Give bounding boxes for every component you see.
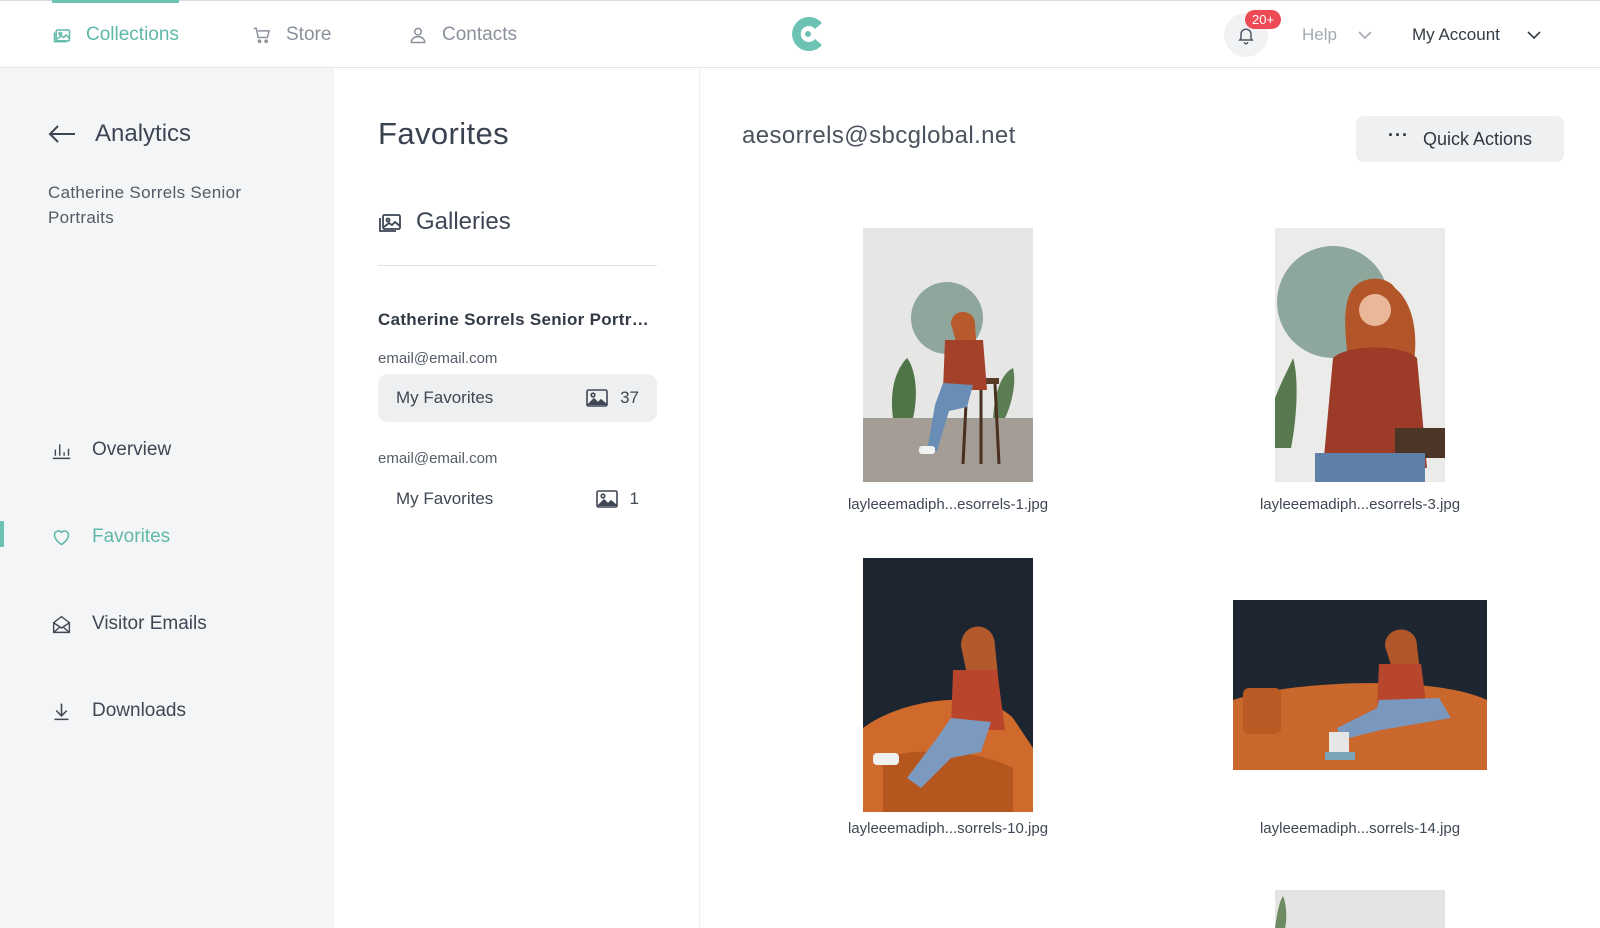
- portrait-photo: [863, 558, 1033, 812]
- galleries-label: Galleries: [416, 208, 511, 235]
- page-title: Favorites: [378, 116, 510, 151]
- notification-badge: 20+: [1245, 10, 1282, 29]
- portrait-photo: [1275, 228, 1445, 482]
- sidebar-item-label: Downloads: [92, 700, 186, 721]
- quick-actions-button[interactable]: ··· Quick Actions: [1356, 116, 1564, 162]
- gallery-icon: [53, 28, 71, 42]
- favorites-list-item[interactable]: My Favorites 1: [378, 475, 657, 523]
- photo-thumbnail[interactable]: [1275, 228, 1445, 482]
- galleries-header: Galleries: [378, 208, 511, 236]
- back-label: Analytics: [95, 120, 192, 147]
- nav-store-label: Store: [286, 23, 332, 45]
- analytics-sidebar: Analytics Catherine Sorrels Senior Portr…: [0, 68, 334, 928]
- image-icon: [595, 490, 618, 508]
- chevron-down-icon: [1527, 30, 1541, 39]
- brand-logo-icon[interactable]: [788, 14, 828, 54]
- favorites-list-label: My Favorites: [396, 489, 494, 508]
- favorites-panel: Favorites Galleries Catherine Sorrels Se…: [334, 68, 700, 928]
- nav-contacts-label: Contacts: [442, 23, 517, 45]
- heart-icon: [53, 529, 70, 545]
- collection-name: Catherine Sorrels Senior Portraits: [48, 183, 242, 227]
- favorites-list-email: email@email.com: [378, 350, 498, 367]
- photo-filename: layleeemadiph...sorrels-14.jpg: [1259, 820, 1461, 837]
- quick-actions-label: Quick Actions: [1422, 128, 1533, 149]
- favorites-count: 1: [629, 489, 639, 508]
- account-label: My Account: [1412, 24, 1500, 44]
- divider: [378, 265, 657, 266]
- photo-filename: layleeemadiph...esorrels-1.jpg: [847, 496, 1049, 513]
- photo-filename: layleeemadiph...sorrels-10.jpg: [847, 820, 1049, 837]
- cart-icon: [253, 27, 271, 43]
- more-dots-icon: ···: [1387, 124, 1409, 145]
- visitor-email: aesorrels@sbcglobal.net: [742, 122, 1016, 149]
- favorites-list-label: My Favorites: [396, 388, 494, 407]
- bar-chart-icon: [52, 443, 71, 459]
- gallery-icon: [379, 214, 401, 232]
- sidebar-item-label: Favorites: [92, 526, 171, 547]
- nav-contacts[interactable]: Contacts: [408, 1, 517, 68]
- account-menu[interactable]: My Account: [1412, 1, 1542, 68]
- chevron-down-icon: [1358, 30, 1372, 39]
- photo-filename: layleeemadiph...esorrels-3.jpg: [1259, 496, 1461, 513]
- photo-thumbnail[interactable]: [1233, 600, 1487, 770]
- photo-thumbnail[interactable]: [1275, 890, 1445, 928]
- portrait-photo: [863, 228, 1033, 482]
- portrait-photo: [1275, 890, 1445, 928]
- nav-collections[interactable]: Collections: [52, 0, 179, 68]
- sidebar-item-downloads[interactable]: Downloads: [0, 691, 334, 731]
- back-to-analytics[interactable]: Analytics: [47, 120, 191, 148]
- image-icon: [586, 389, 608, 407]
- top-nav-bar: Collections Store Contacts 20+ Help My A…: [0, 0, 1600, 68]
- arrow-left-icon: [48, 125, 75, 143]
- sidebar-item-visitor-emails[interactable]: Visitor Emails: [0, 604, 334, 644]
- photo-thumbnail[interactable]: [863, 558, 1033, 812]
- landscape-photo: [1233, 600, 1487, 770]
- gallery-name: Catherine Sorrels Senior Portraits: [378, 310, 658, 329]
- sidebar-item-label: Overview: [92, 439, 172, 460]
- favorites-list-email: email@email.com: [378, 450, 498, 467]
- person-icon: [410, 27, 426, 43]
- envelope-icon: [52, 615, 71, 633]
- sidebar-item-favorites[interactable]: Favorites: [0, 517, 334, 557]
- download-icon: [54, 703, 69, 720]
- sidebar-item-label: Visitor Emails: [92, 613, 207, 634]
- favorites-count: 37: [620, 388, 639, 407]
- favorites-list-item[interactable]: My Favorites 37: [378, 374, 657, 422]
- help-menu[interactable]: Help: [1302, 1, 1373, 68]
- sidebar-item-overview[interactable]: Overview: [0, 430, 334, 470]
- help-label: Help: [1302, 24, 1337, 44]
- photo-thumbnail[interactable]: [863, 228, 1033, 482]
- nav-collections-label: Collections: [86, 23, 179, 45]
- nav-store[interactable]: Store: [252, 1, 331, 68]
- favorites-content: aesorrels@sbcglobal.net ··· Quick Action…: [700, 68, 1600, 928]
